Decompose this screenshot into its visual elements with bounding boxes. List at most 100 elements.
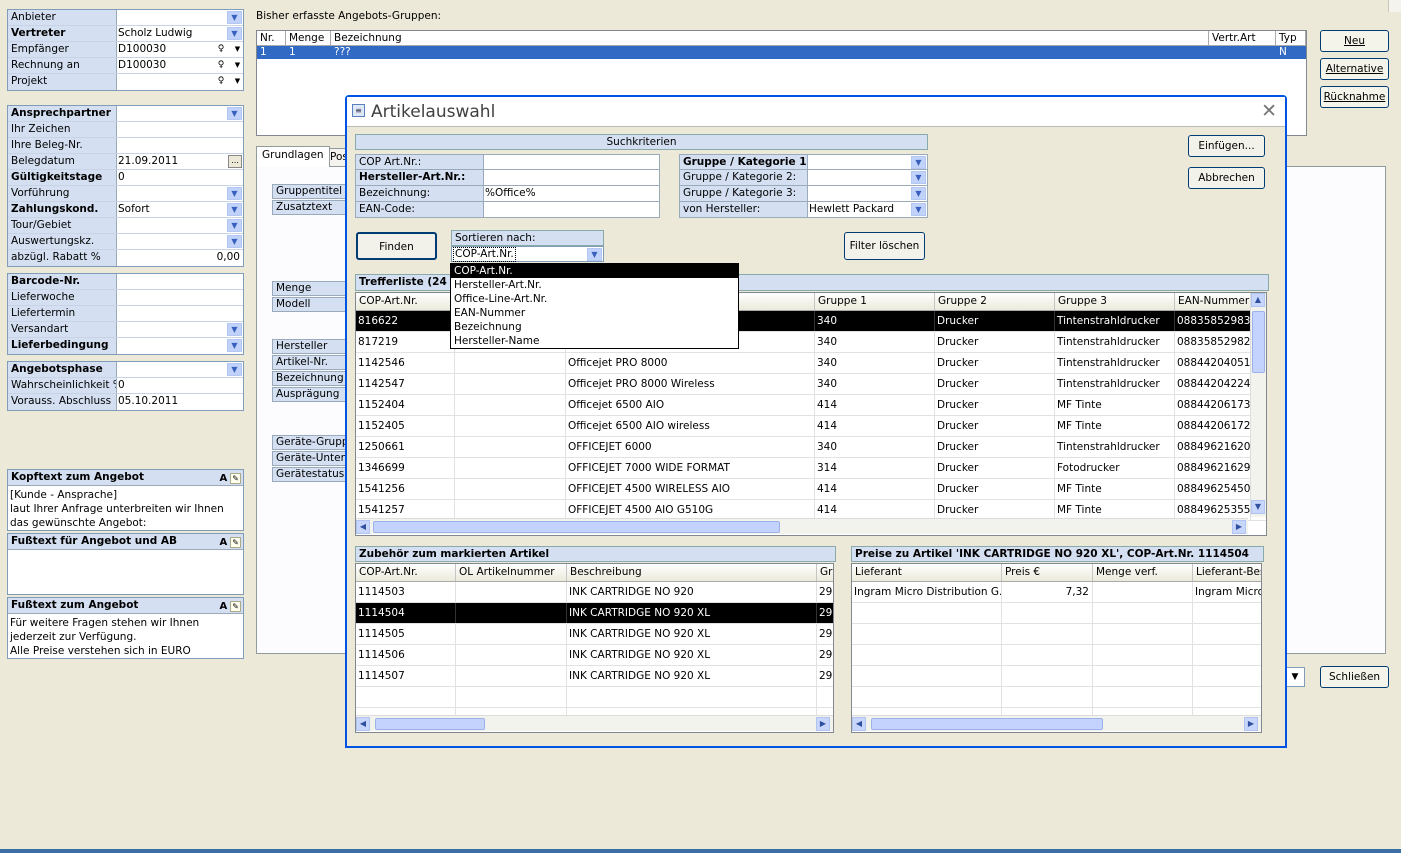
chevron-down-icon[interactable]: ▼ bbox=[911, 203, 926, 216]
sort-option-ean-nummer[interactable]: EAN-Nummer bbox=[451, 306, 738, 320]
table-row[interactable]: 1346699 OFFICEJET 7000 WIDE FORMAT 314 Druc… bbox=[356, 458, 1266, 479]
column-header[interactable]: OL Artikelnummer bbox=[456, 564, 567, 581]
field-value[interactable]: ▼ bbox=[117, 338, 243, 354]
field-value[interactable]: ▼ bbox=[117, 234, 243, 249]
field-value[interactable]: 0 bbox=[117, 378, 243, 393]
field-value[interactable] bbox=[117, 306, 243, 321]
search-input[interactable]: ▼ bbox=[808, 170, 927, 185]
chevron-down-icon[interactable]: ▼ bbox=[233, 59, 242, 72]
table-row[interactable]: 1114506 INK CARTRIDGE NO 920 XL 29 bbox=[356, 645, 833, 666]
sort-option-office-line-art-nr[interactable]: Office-Line-Art.Nr. bbox=[451, 292, 738, 306]
clear-filter-button[interactable]: Filter löschen bbox=[844, 232, 925, 260]
chevron-down-icon[interactable]: ▼ bbox=[227, 11, 242, 24]
column-header[interactable]: Gruppe 3 bbox=[1055, 293, 1175, 310]
column-header[interactable]: Gruppe 1 bbox=[815, 293, 935, 310]
hscroll-thumb[interactable] bbox=[375, 718, 485, 730]
field-value[interactable]: Sofort ▼ bbox=[117, 202, 243, 217]
field-value[interactable]: 21.09.2011... bbox=[117, 154, 243, 169]
prices-grid[interactable]: Lieferant Preis € Menge verf. Lieferant-Bes… bbox=[851, 563, 1262, 733]
search-input[interactable] bbox=[484, 202, 659, 217]
search-input[interactable]: ▼ bbox=[808, 155, 927, 169]
search-input[interactable] bbox=[484, 155, 659, 169]
font-icon[interactable]: A bbox=[220, 473, 228, 484]
insert-button[interactable]: Einfügen... bbox=[1188, 135, 1265, 157]
vscroll-thumb[interactable] bbox=[1252, 311, 1265, 373]
scroll-right-icon[interactable]: ▶ bbox=[1244, 717, 1258, 731]
scroll-up-icon[interactable]: ▲ bbox=[1251, 293, 1265, 307]
table-row[interactable]: 1152404 Officejet 6500 AIO 414 Drucker MF Ti… bbox=[356, 395, 1266, 416]
column-header[interactable]: COP-Art.Nr. bbox=[356, 564, 456, 581]
tab-grundlagen[interactable]: Grundlagen bbox=[256, 146, 330, 167]
ruecknahme-button[interactable]: Rücknahme bbox=[1320, 86, 1389, 108]
chevron-down-icon[interactable]: ▼ bbox=[227, 27, 242, 40]
table-row[interactable]: 1114505 INK CARTRIDGE NO 920 XL 29 bbox=[356, 624, 833, 645]
field-value[interactable] bbox=[117, 122, 243, 137]
edit-icon[interactable]: ✎ bbox=[230, 473, 241, 484]
sort-option-hersteller-name[interactable]: Hersteller-Name bbox=[451, 334, 738, 348]
col-bezeichnung[interactable]: Bezeichnung bbox=[331, 31, 1209, 45]
scroll-right-icon[interactable]: ▶ bbox=[1232, 520, 1246, 534]
col-nr[interactable]: Nr. bbox=[257, 31, 286, 45]
col-typ[interactable]: Typ bbox=[1276, 31, 1306, 45]
font-icon[interactable]: A bbox=[220, 601, 228, 612]
field-value[interactable]: ▼ bbox=[117, 10, 243, 25]
scroll-right-icon[interactable]: ▶ bbox=[816, 717, 830, 731]
field-value[interactable]: Scholz Ludwig ▼ bbox=[117, 26, 243, 41]
close-button[interactable]: Schließen bbox=[1320, 666, 1389, 688]
chevron-down-icon[interactable]: ▼ bbox=[911, 171, 926, 184]
search-input[interactable]: ▼ bbox=[808, 186, 927, 201]
person-icon[interactable]: ♀ bbox=[216, 75, 226, 88]
field-value[interactable]: D100030 ♀ ▼ bbox=[117, 42, 243, 57]
column-header[interactable]: Menge verf. bbox=[1093, 564, 1193, 581]
field-value[interactable]: 0 bbox=[117, 170, 243, 185]
chevron-down-icon[interactable]: ▼ bbox=[227, 235, 242, 248]
column-header[interactable]: EAN-Nummer bbox=[1175, 293, 1251, 310]
new-button[interactable]: Neu bbox=[1320, 30, 1389, 52]
column-header[interactable]: COP-Art.Nr. bbox=[356, 293, 455, 310]
scroll-left-icon[interactable]: ◀ bbox=[852, 717, 866, 731]
chevron-down-icon[interactable]: ▼ bbox=[227, 107, 242, 120]
table-row[interactable]: 1250661 OFFICEJET 6000 340 Drucker Tintenstr… bbox=[356, 437, 1266, 458]
bg-select-arrow[interactable]: ▼ bbox=[1285, 667, 1305, 687]
alternative-button[interactable]: Alternative bbox=[1320, 58, 1389, 80]
field-value[interactable]: 05.10.2011 bbox=[117, 394, 243, 410]
hscroll-thumb[interactable] bbox=[373, 521, 780, 533]
find-button[interactable]: Finden bbox=[356, 232, 437, 260]
date-picker-button[interactable]: ... bbox=[228, 155, 242, 168]
chevron-down-icon[interactable]: ▼ bbox=[911, 156, 926, 169]
chevron-down-icon[interactable]: ▼ bbox=[227, 363, 242, 376]
chevron-down-icon[interactable]: ▼ bbox=[227, 187, 242, 200]
chevron-down-icon[interactable]: ▼ bbox=[227, 339, 242, 352]
table-row[interactable]: 1114504 INK CARTRIDGE NO 920 XL 29 bbox=[356, 603, 833, 624]
field-value[interactable]: ▼ bbox=[117, 218, 243, 233]
field-value[interactable]: ▼ bbox=[117, 362, 243, 377]
person-icon[interactable]: ♀ bbox=[216, 59, 226, 72]
chevron-down-icon[interactable]: ▼ bbox=[233, 43, 242, 56]
groups-row-selected[interactable]: 1 1 ??? N bbox=[257, 46, 1306, 59]
column-header[interactable]: Gr bbox=[817, 564, 833, 581]
search-input[interactable]: %Office% bbox=[484, 186, 659, 201]
search-input[interactable] bbox=[484, 170, 659, 185]
cancel-button[interactable]: Abbrechen bbox=[1188, 167, 1265, 189]
column-header[interactable]: Gruppe 2 bbox=[935, 293, 1055, 310]
field-value[interactable] bbox=[117, 138, 243, 153]
text-box-content[interactable] bbox=[8, 550, 243, 554]
col-vertrart[interactable]: Vertr.Art bbox=[1209, 31, 1276, 45]
table-row[interactable]: 1541256 OFFICEJET 4500 WIRELESS AIO 414 Dru… bbox=[356, 479, 1266, 500]
column-header[interactable]: Lieferant-Bes bbox=[1193, 564, 1261, 581]
field-value[interactable]: D100030 ♀ ▼ bbox=[117, 58, 243, 73]
chevron-down-icon[interactable]: ▼ bbox=[227, 219, 242, 232]
font-icon[interactable]: A bbox=[220, 537, 228, 548]
prices-hscroll[interactable]: ◀ ▶ bbox=[852, 715, 1261, 731]
chevron-down-icon[interactable]: ▼ bbox=[587, 248, 602, 261]
table-row[interactable]: 1142546 Officejet PRO 8000 340 Drucker Tinte… bbox=[356, 353, 1266, 374]
hscroll-thumb[interactable] bbox=[871, 718, 1103, 730]
table-row[interactable]: 1152405 Officejet 6500 AIO wireless 414 Dru… bbox=[356, 416, 1266, 437]
chevron-down-icon[interactable]: ▼ bbox=[227, 203, 242, 216]
scroll-left-icon[interactable]: ◀ bbox=[356, 717, 370, 731]
table-row[interactable]: 1114503 INK CARTRIDGE NO 920 29 bbox=[356, 582, 833, 603]
field-value[interactable]: ▼ bbox=[117, 186, 243, 201]
column-header[interactable]: Lieferant bbox=[852, 564, 1002, 581]
edit-icon[interactable]: ✎ bbox=[230, 601, 241, 612]
table-row[interactable]: 1142547 Officejet PRO 8000 Wireless 340 Dru… bbox=[356, 374, 1266, 395]
